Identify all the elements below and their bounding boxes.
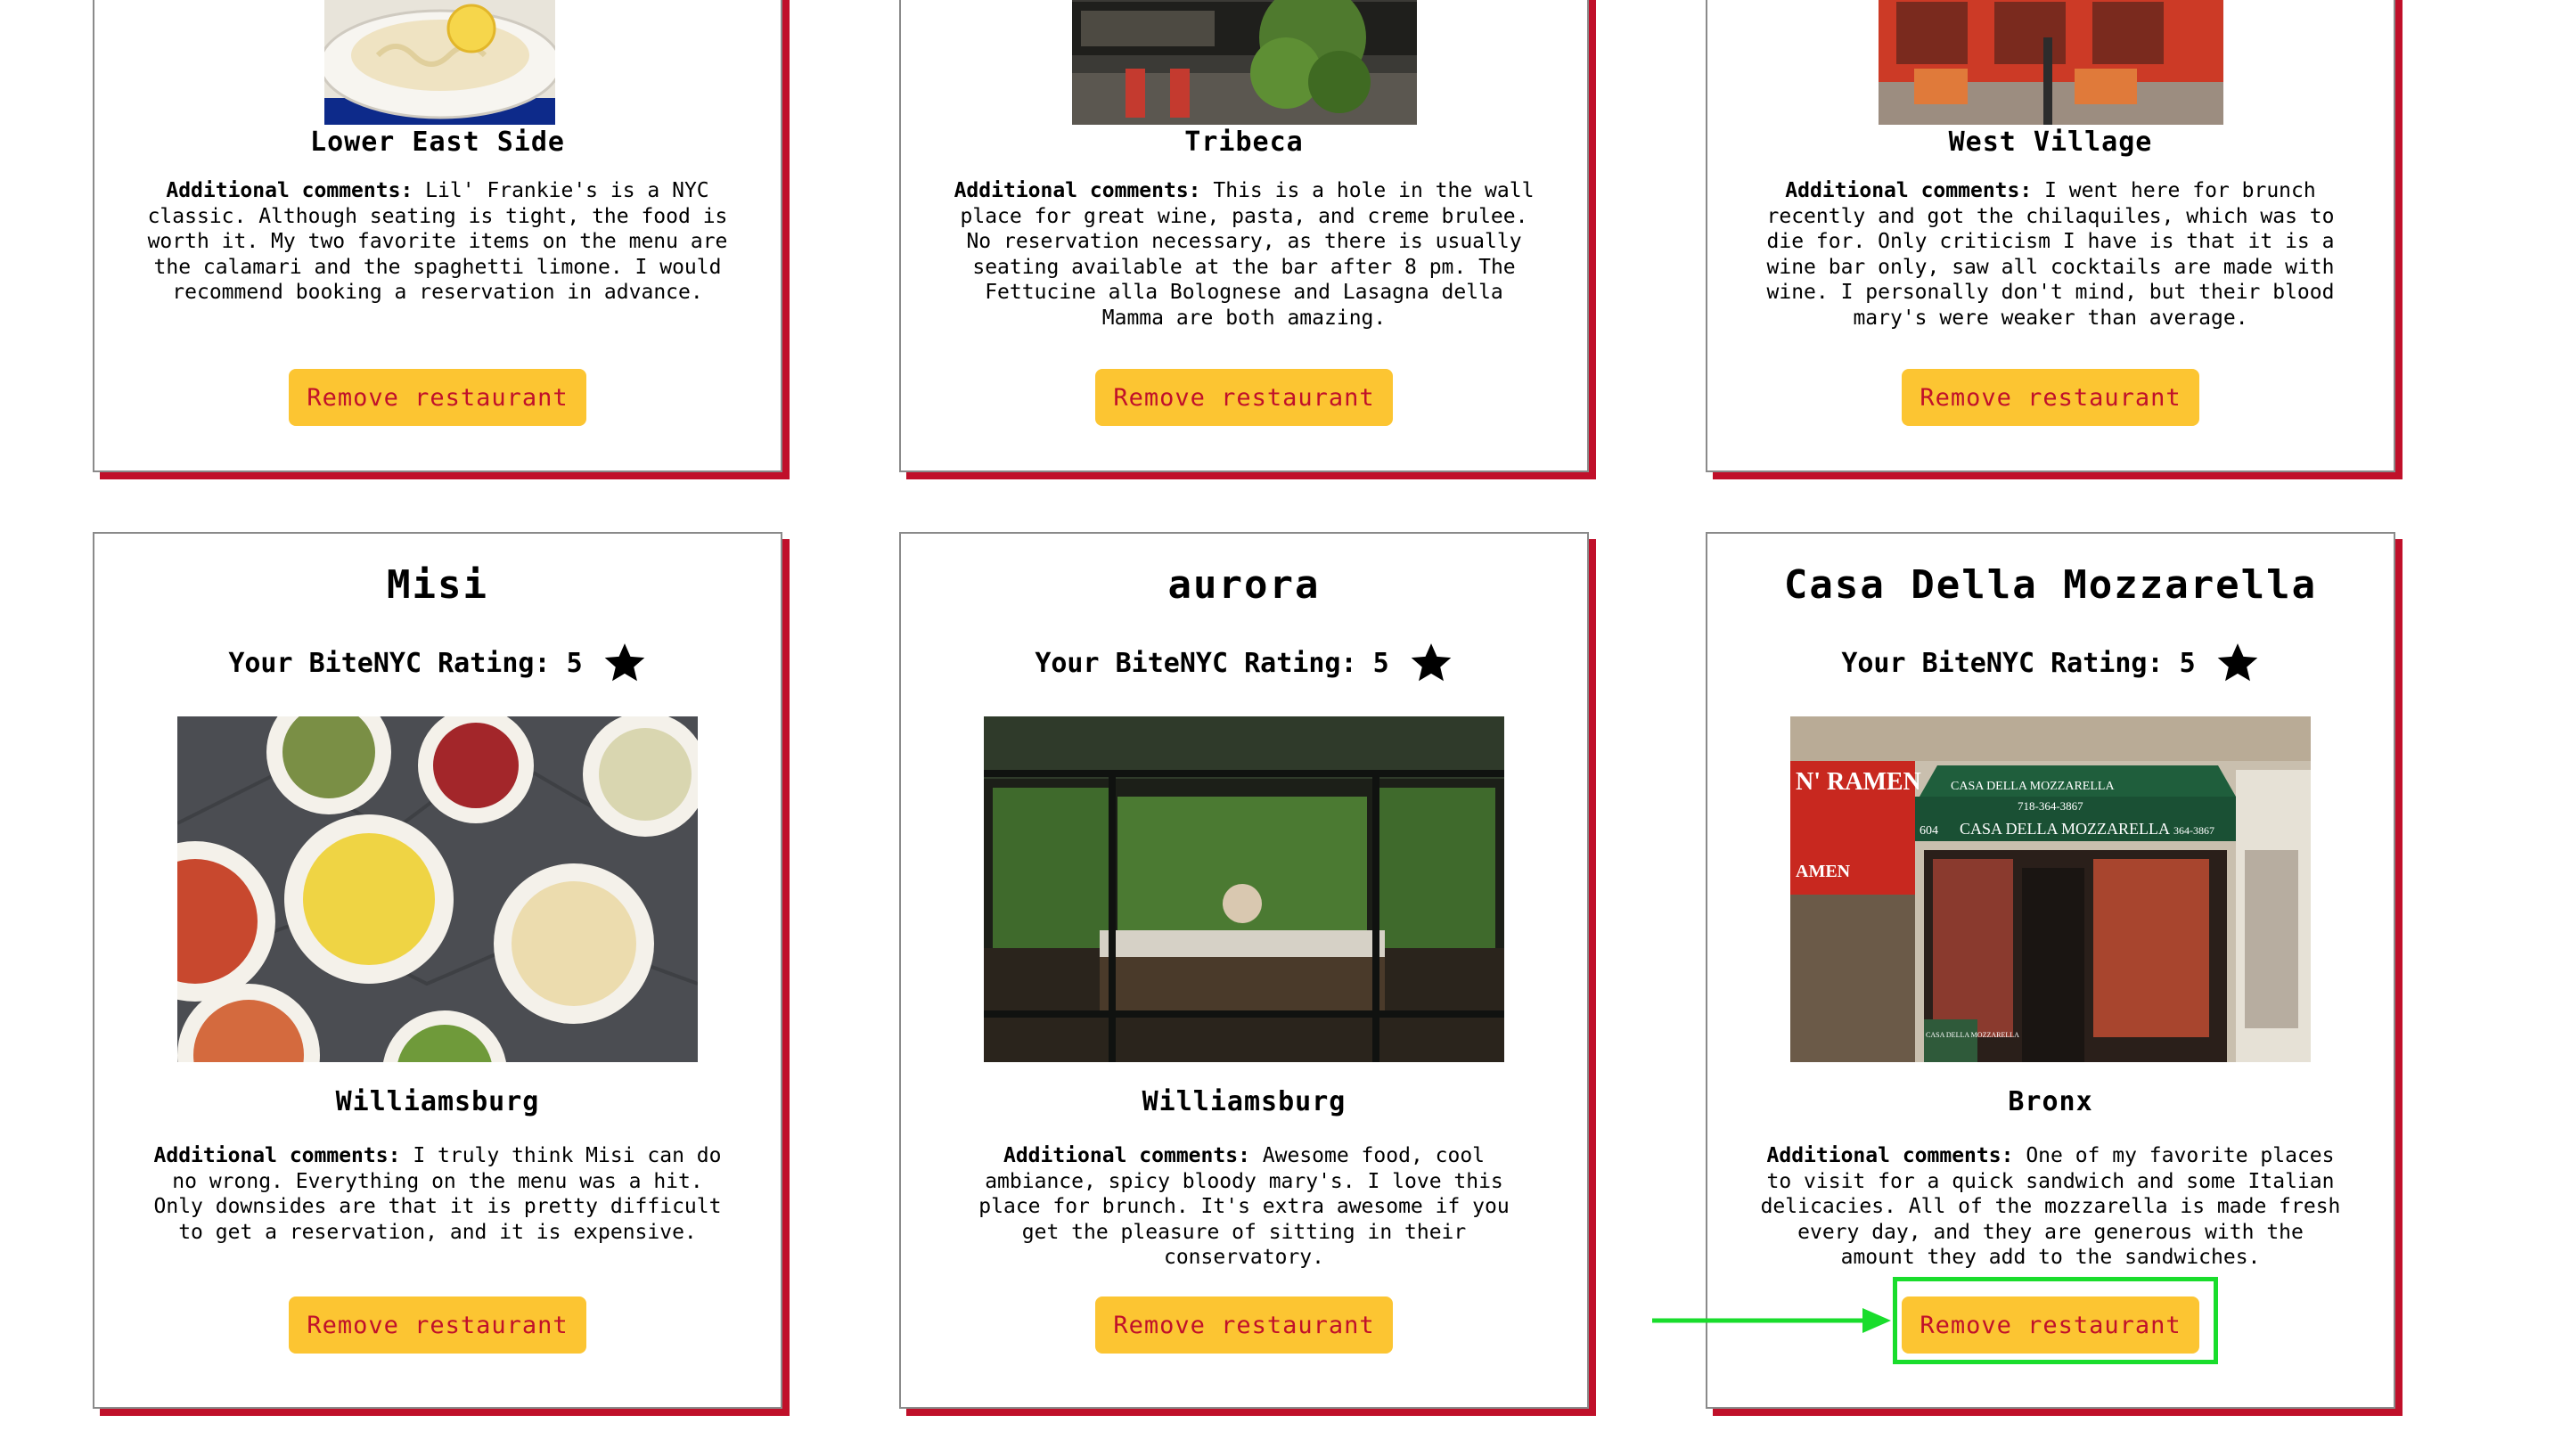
awning-phone-short: 364-3867: [2173, 824, 2214, 837]
additional-comments: Additional comments: I went here for bru…: [1766, 179, 2335, 330]
neighborhood-label: Lower East Side: [310, 127, 565, 158]
rating-label: Your BiteNYC Rating: 5: [1035, 647, 1389, 679]
neighborhood-label: Tribeca: [1184, 127, 1304, 158]
remove-restaurant-button[interactable]: Remove restaurant: [289, 369, 586, 426]
awning-top: CASA DELLA MOZZARELLA: [1951, 780, 2115, 793]
restaurant-card-aurora: aurora Your BiteNYC Rating: 5 Williamsbu…: [899, 532, 1589, 1409]
target-highlight-box: [1893, 1277, 2218, 1364]
restaurant-photo: [1072, 0, 1417, 125]
star-icon: [604, 643, 644, 682]
restaurant-card-west-village: West Village Additional comments: I went…: [1706, 0, 2395, 472]
neighborhood-label: Williamsburg: [1142, 1086, 1347, 1117]
rating: Your BiteNYC Rating: 5: [1707, 641, 2394, 685]
restaurant-name: Misi: [387, 562, 488, 608]
restaurant-card-tribeca: Tribeca Additional comments: This is a h…: [899, 0, 1589, 472]
star-icon: [2217, 643, 2257, 682]
additional-comments: Additional comments: One of my favorite …: [1760, 1144, 2341, 1269]
awning-name: CASA DELLA MOZZARELLA: [1960, 820, 2170, 838]
sign-ramen: N' RAMEN: [1796, 768, 1921, 796]
window-sign: CASA DELLA MOZZARELLA: [1926, 1031, 2019, 1039]
restaurant-photo: N' RAMEN AMEN CASA DELLA MOZZARELLA 718-…: [1790, 716, 2311, 1062]
rating: Your BiteNYC Rating: 5: [901, 641, 1587, 685]
additional-comments: Additional comments: Lil' Frankie's is a…: [147, 179, 728, 304]
rating: Your BiteNYC Rating: 5: [94, 641, 781, 685]
remove-restaurant-button[interactable]: Remove restaurant: [1095, 369, 1393, 426]
restaurant-photo: [324, 0, 555, 125]
neighborhood-label: Bronx: [2008, 1086, 2093, 1117]
arrow-icon: [1652, 1308, 1891, 1333]
restaurant-name: Casa Della Mozzarella: [1783, 562, 2318, 608]
remove-restaurant-button[interactable]: Remove restaurant: [1095, 1296, 1393, 1354]
restaurant-photo: [177, 716, 698, 1062]
awning-number: 604: [1920, 824, 1938, 838]
restaurant-card-misi: Misi Your BiteNYC Rating: 5 Williamsburg…: [93, 532, 782, 1409]
star-icon: [1411, 643, 1451, 682]
restaurant-name: aurora: [1167, 562, 1321, 608]
sign-ramen-side: AMEN: [1796, 862, 1851, 881]
additional-comments: Additional comments: I truly think Misi …: [153, 1144, 722, 1244]
restaurant-photo: [984, 716, 1504, 1062]
neighborhood-label: Williamsburg: [335, 1086, 540, 1117]
awning-phone: 718-364-3867: [2018, 799, 2083, 813]
remove-restaurant-button[interactable]: Remove restaurant: [1902, 369, 2199, 426]
restaurant-card-lower-east-side: Lower East Side Additional comments: Lil…: [93, 0, 782, 472]
rating-label: Your BiteNYC Rating: 5: [1841, 647, 2196, 679]
additional-comments: Additional comments: This is a hole in t…: [954, 179, 1535, 330]
rating-label: Your BiteNYC Rating: 5: [228, 647, 583, 679]
neighborhood-label: West Village: [1948, 127, 2153, 158]
additional-comments: Additional comments: Awesome food, cool …: [978, 1144, 1510, 1269]
restaurant-photo: [1879, 0, 2223, 125]
remove-restaurant-button[interactable]: Remove restaurant: [289, 1296, 586, 1354]
